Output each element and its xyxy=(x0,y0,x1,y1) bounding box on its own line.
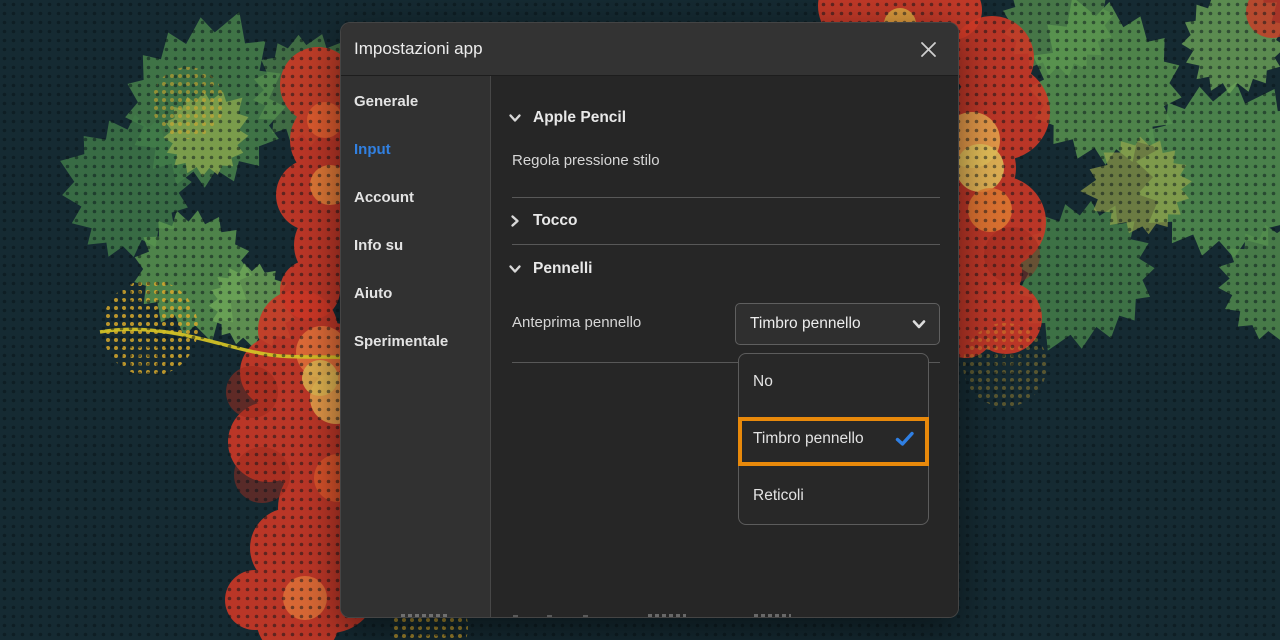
menu-option-timbro-pennello[interactable]: Timbro pennello xyxy=(739,411,928,468)
clipped-text-sliver xyxy=(401,614,449,617)
divider xyxy=(512,197,940,198)
menu-option-label: No xyxy=(753,373,773,391)
chevron-right-icon xyxy=(508,214,522,228)
section-header-pennelli[interactable]: Pennelli xyxy=(508,258,592,280)
brush-preview-menu: No Timbro pennello Reticoli xyxy=(738,353,929,525)
menu-option-no[interactable]: No xyxy=(739,354,928,411)
app-canvas: Impostazioni app Generale Input Account … xyxy=(0,0,1280,640)
close-button[interactable] xyxy=(910,31,946,67)
sidebar-item-info-su[interactable]: Info su xyxy=(341,222,490,270)
clipped-text-sliver xyxy=(513,615,518,617)
sidebar-item-account[interactable]: Account xyxy=(341,174,490,222)
section-header-tocco[interactable]: Tocco xyxy=(508,210,578,232)
brush-preview-label: Anteprima pennello xyxy=(512,314,641,331)
menu-option-label: Timbro pennello xyxy=(753,430,864,448)
clipped-text-sliver xyxy=(583,615,588,617)
sidebar-item-input[interactable]: Input xyxy=(341,126,490,174)
chevron-down-icon xyxy=(508,262,522,276)
section-label: Tocco xyxy=(533,212,578,230)
section-label: Apple Pencil xyxy=(533,109,626,127)
checkmark-icon xyxy=(895,431,915,447)
section-label: Pennelli xyxy=(533,260,592,278)
menu-option-reticoli[interactable]: Reticoli xyxy=(739,467,928,524)
settings-panel: Apple Pencil Regola pressione stilo Tocc… xyxy=(491,76,958,617)
dialog-title: Impostazioni app xyxy=(341,39,483,59)
clipped-text-sliver xyxy=(547,615,552,617)
dropdown-value: Timbro pennello xyxy=(750,315,911,333)
sidebar-item-aiuto[interactable]: Aiuto xyxy=(341,270,490,318)
chevron-down-icon xyxy=(911,317,927,331)
sidebar-item-generale[interactable]: Generale xyxy=(341,78,490,126)
sidebar-item-sperimentale[interactable]: Sperimentale xyxy=(341,318,490,366)
menu-option-label: Reticoli xyxy=(753,487,804,505)
clipped-text-sliver xyxy=(648,614,686,617)
close-icon xyxy=(919,40,938,59)
dialog-titlebar: Impostazioni app xyxy=(341,23,958,76)
row-regola-pressione-stilo[interactable]: Regola pressione stilo xyxy=(512,152,660,169)
settings-dialog: Impostazioni app Generale Input Account … xyxy=(340,22,959,618)
clipped-text-sliver xyxy=(754,614,791,617)
section-header-apple-pencil[interactable]: Apple Pencil xyxy=(508,107,626,129)
divider xyxy=(512,244,940,245)
chevron-down-icon xyxy=(508,111,522,125)
sidebar: Generale Input Account Info su Aiuto Spe… xyxy=(341,76,491,617)
brush-preview-dropdown[interactable]: Timbro pennello xyxy=(735,303,940,345)
